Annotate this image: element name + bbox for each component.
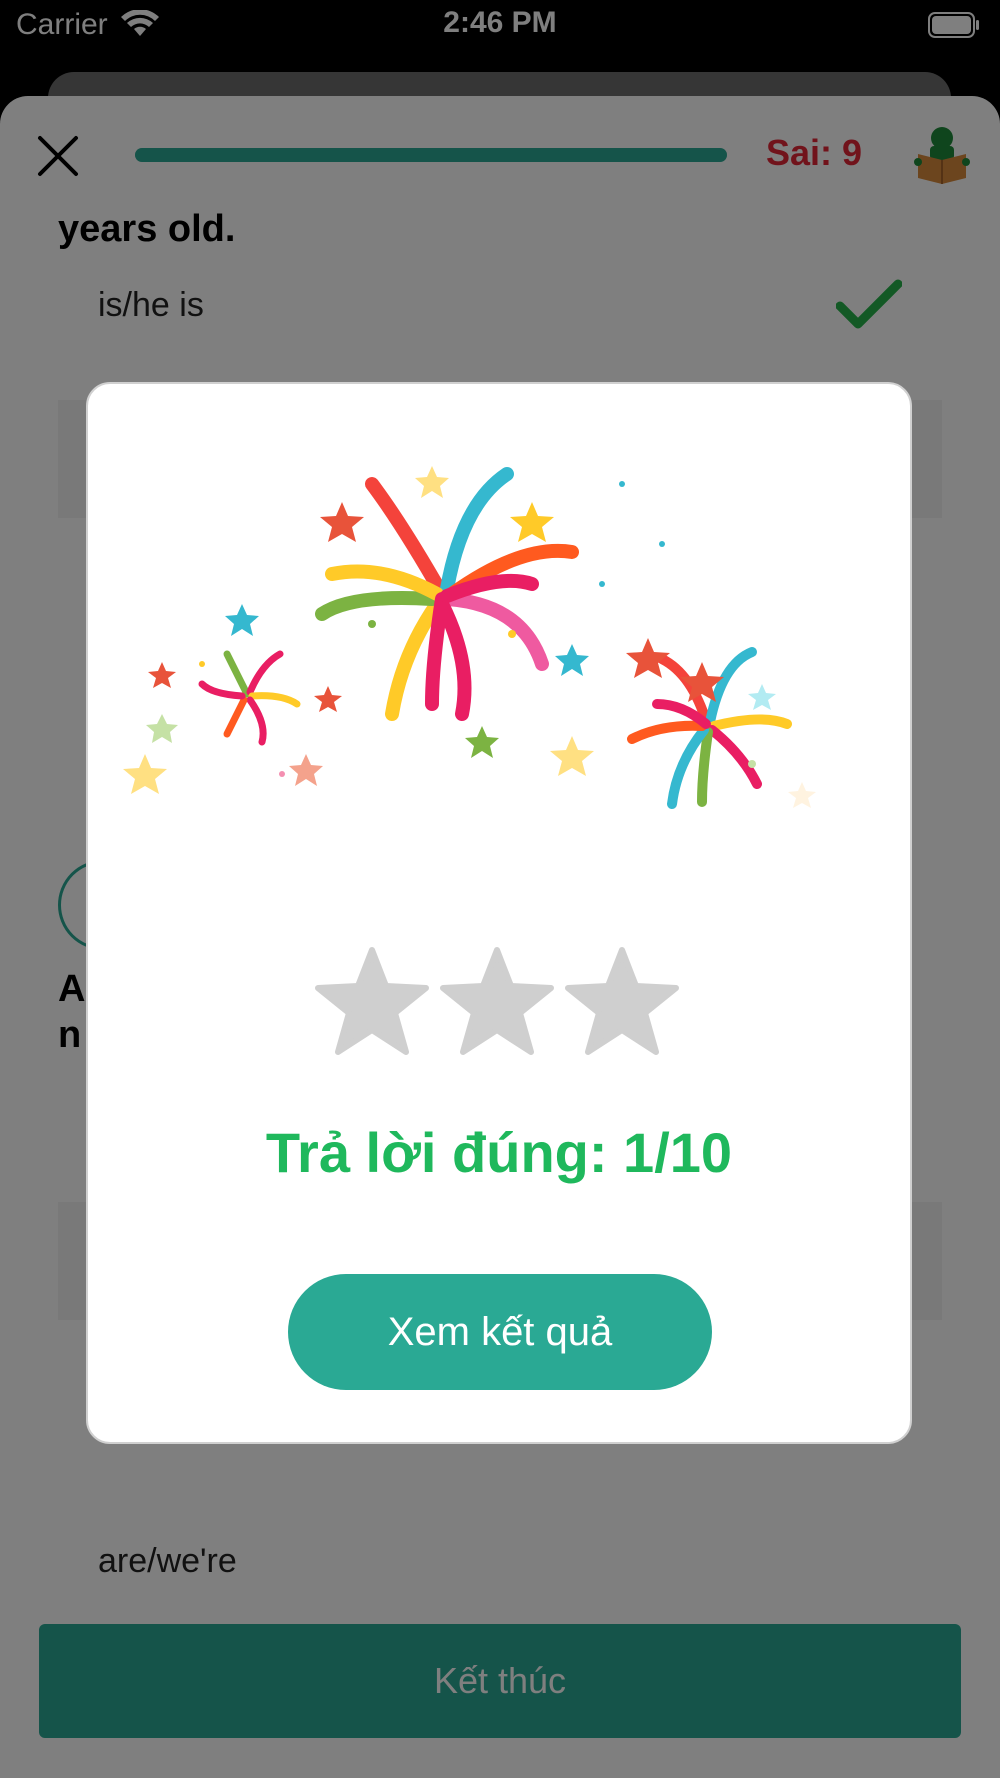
star-icon [315,947,429,1055]
fireworks-illustration [123,466,816,809]
rating-stars [315,947,679,1055]
correct-answers-result: Trả lời đúng: 1/10 [265,1121,733,1184]
result-dialog: Trả lời đúng: 1/10 Xem kết quả [86,382,912,1444]
view-results-button[interactable]: Xem kết quả [288,1274,712,1390]
app-screen: Carrier 2:46 PM Sai: 9 [0,0,1000,1778]
star-icon [440,947,554,1055]
star-icon [565,947,679,1055]
